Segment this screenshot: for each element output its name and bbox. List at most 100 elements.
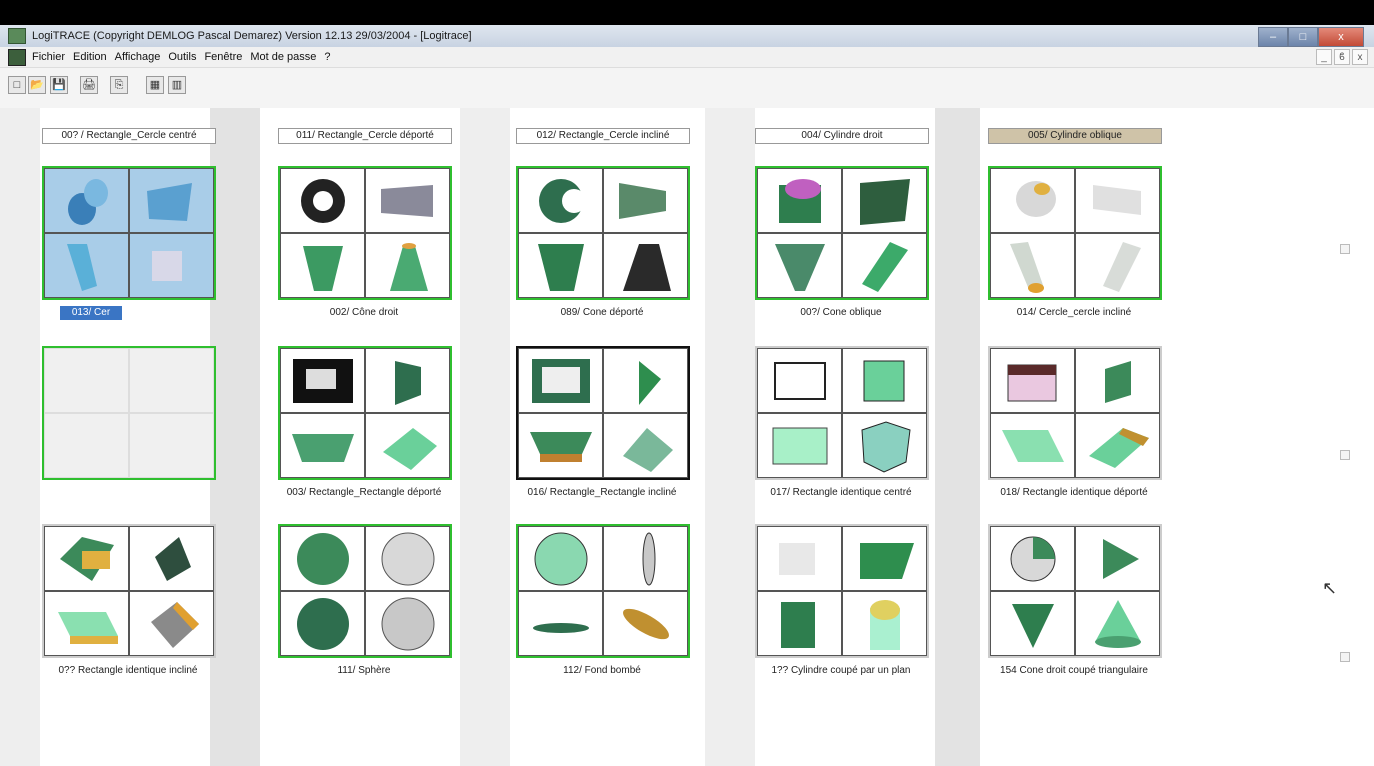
column-header[interactable]: 00? / Rectangle_Cercle centré xyxy=(42,128,216,144)
mouse-cursor-icon: ↖ xyxy=(1322,578,1338,598)
shape-tile-0xx[interactable] xyxy=(42,524,216,658)
column-header[interactable]: 011/ Rectangle_Cercle déporté xyxy=(278,128,452,144)
shape-label[interactable]: 018/ Rectangle identique déporté xyxy=(988,486,1160,500)
shape-tile-111[interactable] xyxy=(278,524,452,658)
menu-mot-de-passe[interactable]: Mot de passe xyxy=(250,51,316,63)
shape-label[interactable]: 016/ Rectangle_Rectangle incliné xyxy=(516,486,688,500)
mdi-close-button[interactable]: x xyxy=(1352,49,1368,65)
copy-icon[interactable]: ⎘ xyxy=(110,76,128,94)
tile-cell xyxy=(757,526,842,591)
crescent-icon xyxy=(538,178,586,223)
menu-affichage[interactable]: Affichage xyxy=(115,51,161,63)
open-icon[interactable]: 📂 xyxy=(28,76,46,94)
tile-cell xyxy=(129,413,214,478)
menu-fichier[interactable]: Fichier xyxy=(32,51,65,63)
tile-cell xyxy=(1075,348,1160,413)
tile-cell xyxy=(518,413,603,478)
scroll-mark[interactable] xyxy=(1340,450,1350,460)
shape-tile-017[interactable] xyxy=(755,346,929,480)
shape-tile-002[interactable] xyxy=(278,166,452,300)
new-icon[interactable]: □ xyxy=(8,76,26,94)
tile-cell xyxy=(280,413,365,478)
tile-cell xyxy=(280,168,365,233)
shape-label[interactable]: 014/ Cercle_cercle incliné xyxy=(988,306,1160,320)
shape-label[interactable]: 111/ Sphère xyxy=(278,664,450,678)
box-icon xyxy=(150,601,199,648)
column-header[interactable]: 012/ Rectangle_Cercle incliné xyxy=(516,128,690,144)
shape-icon xyxy=(1015,180,1056,217)
menu-outils[interactable]: Outils xyxy=(168,51,196,63)
shape-label[interactable]: 00?/ Cone oblique xyxy=(755,306,927,320)
menu-fenetre[interactable]: Fenêtre xyxy=(204,51,242,63)
shape-label[interactable]: 002/ Cône droit xyxy=(278,306,450,320)
shape-label[interactable]: 1?? Cylindre coupé par un plan xyxy=(755,664,927,678)
shape-tile-empty[interactable] xyxy=(42,346,216,480)
menu-help[interactable]: ? xyxy=(324,51,330,63)
shape-tile-016[interactable] xyxy=(516,346,690,480)
cone-icon xyxy=(302,245,343,291)
tile-cell xyxy=(603,526,688,591)
tile-cell xyxy=(603,233,688,298)
tile-cell xyxy=(129,233,214,298)
mdi-minimize-button[interactable]: _ xyxy=(1316,49,1332,65)
dome-icon xyxy=(534,532,587,585)
tile-cell xyxy=(280,233,365,298)
tile-cell xyxy=(1075,233,1160,298)
shape-tile-1xx[interactable] xyxy=(755,524,929,658)
close-button[interactable]: x xyxy=(1318,27,1364,47)
tile-cell xyxy=(1075,526,1160,591)
box-icon xyxy=(59,536,114,581)
menu-edition[interactable]: Edition xyxy=(73,51,107,63)
minimize-button[interactable]: – xyxy=(1258,27,1288,47)
layout-icon[interactable]: ▥ xyxy=(168,76,186,94)
shape-tile-00x[interactable] xyxy=(755,166,929,300)
tile-cell xyxy=(842,233,927,298)
square-icon xyxy=(863,360,904,401)
tile-cell xyxy=(365,348,450,413)
shape-tile-013[interactable] xyxy=(42,166,216,300)
title-bar: LogiTRACE (Copyright DEMLOG Pascal Demar… xyxy=(0,25,1374,47)
shape-label[interactable]: 089/ Cone déporté xyxy=(516,306,688,320)
shape-label[interactable]: 154 Cone droit coupé triangulaire xyxy=(988,664,1160,678)
shape-label[interactable]: 017/ Rectangle identique centré xyxy=(755,486,927,500)
tile-cell xyxy=(129,591,214,656)
shape-label[interactable]: 0?? Rectangle identique incliné xyxy=(42,664,214,678)
cylinder-icon xyxy=(869,599,900,650)
mdi-restore-button[interactable]: ϐ xyxy=(1334,49,1350,65)
trapezoid-icon xyxy=(291,433,354,462)
shape-icon xyxy=(1009,241,1044,293)
shape-tile-014[interactable] xyxy=(988,166,1162,300)
document-icon[interactable] xyxy=(8,48,26,66)
shape-tile-154[interactable] xyxy=(988,524,1162,658)
frame-icon xyxy=(531,358,590,403)
scroll-mark[interactable] xyxy=(1340,244,1350,254)
column-header[interactable]: 004/ Cylindre droit xyxy=(755,128,929,144)
workspace: 00? / Rectangle_Cercle centré 011/ Recta… xyxy=(0,108,1374,766)
shape-label[interactable] xyxy=(42,486,214,500)
tile-cell xyxy=(842,348,927,413)
tile-cell xyxy=(280,526,365,591)
shape-label[interactable]: 112/ Fond bombé xyxy=(516,664,688,678)
shape-tile-003[interactable] xyxy=(278,346,452,480)
tile-cell xyxy=(365,526,450,591)
tile-cell xyxy=(518,591,603,656)
grid-icon[interactable]: ▦ xyxy=(146,76,164,94)
print-icon[interactable]: 🖨 xyxy=(80,76,98,94)
tile-cell xyxy=(1075,168,1160,233)
save-icon[interactable]: 💾 xyxy=(50,76,68,94)
tile-cell xyxy=(990,233,1075,298)
column-header[interactable]: 005/ Cylindre oblique xyxy=(988,128,1162,144)
trapezoid-icon xyxy=(529,431,592,462)
shape-tile-112[interactable] xyxy=(516,524,690,658)
shape-tile-018[interactable] xyxy=(988,346,1162,480)
prism-icon xyxy=(146,182,192,221)
shape-label[interactable]: 003/ Rectangle_Rectangle déporté xyxy=(278,486,450,500)
scroll-mark[interactable] xyxy=(1340,652,1350,662)
dome-icon xyxy=(622,608,669,639)
tile-cell xyxy=(1075,413,1160,478)
tile-cell xyxy=(990,526,1075,591)
shape-label[interactable]: 013/ Cer xyxy=(60,306,122,320)
shape-tile-089[interactable] xyxy=(516,166,690,300)
box-icon xyxy=(57,611,118,644)
maximize-button[interactable]: □ xyxy=(1288,27,1318,47)
